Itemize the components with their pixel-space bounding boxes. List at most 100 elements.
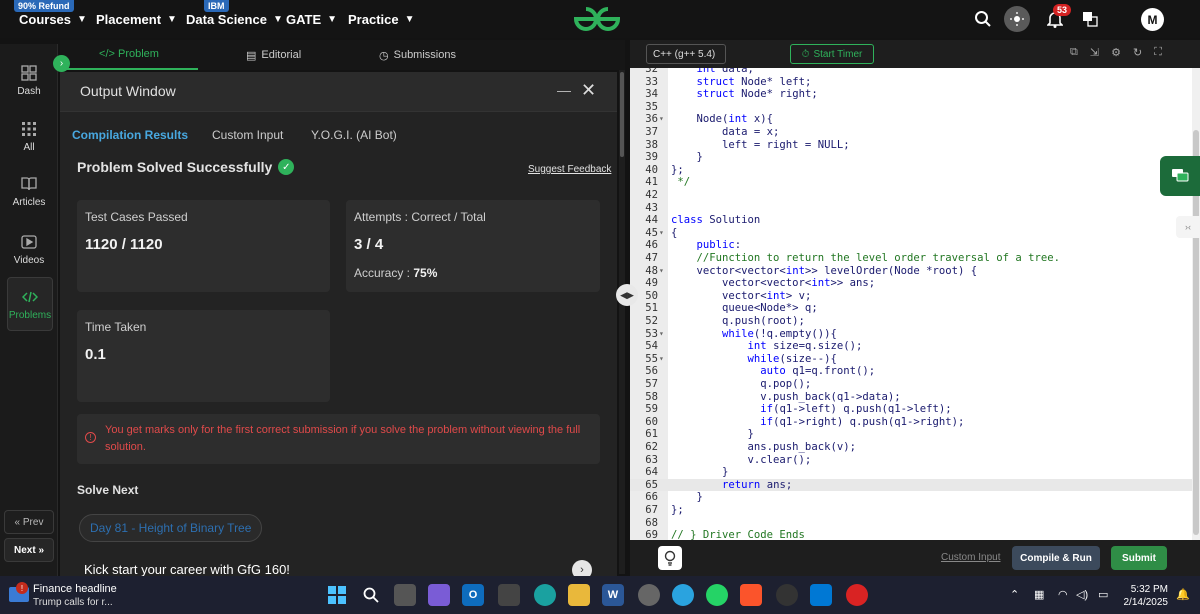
task-view-icon[interactable]	[394, 584, 416, 606]
code-line[interactable]: 62 ans.push_back(v);	[630, 441, 1192, 454]
code-line[interactable]: 63 v.clear();	[630, 454, 1192, 467]
vscode-icon[interactable]	[810, 584, 832, 606]
chat-icon[interactable]	[1160, 156, 1200, 196]
code-line[interactable]: 38 left = right = NULL;	[630, 139, 1192, 152]
wifi-icon[interactable]: ◠	[1058, 588, 1068, 601]
code-line[interactable]: 64 }	[630, 466, 1192, 479]
code-line[interactable]: 33 struct Node* left;	[630, 76, 1192, 89]
nav-placement[interactable]: Placement ▼	[96, 0, 177, 38]
language-select[interactable]: C++ (g++ 5.4)	[646, 44, 726, 64]
fold-arrow-icon[interactable]: ▾	[659, 113, 664, 126]
tab-compilation-results[interactable]: Compilation Results	[72, 120, 188, 150]
output-scrollbar[interactable]	[619, 70, 625, 574]
tray-app-icon[interactable]: ▦	[1034, 588, 1044, 601]
github-icon[interactable]	[776, 584, 798, 606]
search-icon[interactable]	[360, 584, 382, 606]
file-explorer-icon[interactable]	[568, 584, 590, 606]
sidebar-item-problems[interactable]: Problems	[7, 277, 53, 331]
code-line[interactable]: 45 ▾ {	[630, 227, 1192, 240]
side-panel-toggle-icon[interactable]: ›‹	[1176, 216, 1200, 238]
fullscreen-icon[interactable]: ⛶	[1154, 46, 1162, 59]
code-line[interactable]: 69 // } Driver Code Ends	[630, 529, 1192, 540]
fold-arrow-icon[interactable]: ▾	[659, 227, 664, 240]
panel-resize-handle-icon[interactable]: ◀▶	[616, 284, 638, 306]
gfg-logo-icon[interactable]	[572, 5, 622, 33]
translate-icon[interactable]	[1077, 6, 1103, 32]
sidebar-item-all[interactable]: All	[0, 120, 58, 153]
code-line[interactable]: 49 vector<vector<int>> ans;	[630, 277, 1192, 290]
code-line[interactable]: 61 }	[630, 428, 1192, 441]
minimize-icon[interactable]: —	[557, 82, 571, 98]
code-line[interactable]: 39 }	[630, 151, 1192, 164]
next-button[interactable]: Next »	[4, 538, 54, 562]
code-line[interactable]: 66 }	[630, 491, 1192, 504]
taskbar-clock[interactable]: 5:32 PM 2/14/2025	[1118, 583, 1169, 609]
nav-gate[interactable]: GATE ▼	[286, 0, 337, 38]
nav-courses[interactable]: Courses ▼	[19, 0, 87, 38]
expand-arrow-icon[interactable]: ›	[53, 55, 70, 72]
theme-toggle-icon[interactable]	[1004, 6, 1030, 32]
code-line[interactable]: 58 v.push_back(q1->data);	[630, 391, 1192, 404]
tab-yogi-ai-bot[interactable]: Y.O.G.I. (AI Bot)	[311, 120, 397, 150]
code-line[interactable]: 67};	[630, 504, 1192, 517]
editor-scrollbar[interactable]	[1192, 68, 1200, 540]
scrollbar-thumb[interactable]	[620, 72, 624, 157]
close-icon[interactable]: ✕	[581, 80, 596, 101]
chevron-up-icon[interactable]: ⌃	[1010, 588, 1019, 601]
code-line[interactable]: 46 public:	[630, 239, 1192, 252]
tab-submissions[interactable]: ◷ Submissions	[379, 40, 456, 70]
settings-icon[interactable]	[638, 584, 660, 606]
code-line[interactable]: 60 if(q1->right) q.push(q1->right);	[630, 416, 1192, 429]
code-line[interactable]: 47 //Function to return the level order …	[630, 252, 1192, 265]
code-line[interactable]: 52 q.push(root);	[630, 315, 1192, 328]
code-line[interactable]: 43	[630, 202, 1192, 215]
code-line[interactable]: 55 ▾ while(size--){	[630, 353, 1192, 366]
next-problem-link[interactable]: Day 81 - Height of Binary Tree	[79, 514, 263, 542]
code-line[interactable]: 57 q.pop();	[630, 378, 1192, 391]
start-timer-button[interactable]: ⏱ Start Timer	[790, 44, 874, 64]
code-line[interactable]: 37 data = x;	[630, 126, 1192, 139]
battery-icon[interactable]: ▭	[1098, 588, 1108, 601]
whatsapp-icon[interactable]	[706, 584, 728, 606]
code-line[interactable]: 50 vector<int> v;	[630, 290, 1192, 303]
brave-icon[interactable]	[740, 584, 762, 606]
fold-arrow-icon[interactable]: ▾	[659, 265, 664, 278]
fold-arrow-icon[interactable]: ▾	[659, 353, 664, 366]
code-line[interactable]: 32 int data;	[630, 68, 1192, 76]
code-line[interactable]: 44 class Solution	[630, 214, 1192, 227]
code-line[interactable]: 53 ▾ while(!q.empty()){	[630, 328, 1192, 341]
code-line[interactable]: 36 ▾ Node(int x){	[630, 113, 1192, 126]
news-subtext[interactable]: Trump calls for r...	[33, 597, 113, 608]
code-line[interactable]: 48 ▾ vector<vector<int>> levelOrder(Node …	[630, 265, 1192, 278]
sidebar-item-articles[interactable]: Articles	[0, 175, 58, 208]
export-icon[interactable]: ⇲	[1090, 46, 1099, 59]
word-icon[interactable]: W	[602, 584, 624, 606]
tab-problem[interactable]: </> Problem	[60, 40, 198, 70]
custom-input-link[interactable]: Custom Input	[941, 552, 1000, 563]
windows-start-icon[interactable]	[326, 584, 348, 606]
sidebar-item-videos[interactable]: Videos	[0, 233, 58, 266]
search-icon[interactable]	[970, 6, 996, 32]
nav-practice[interactable]: Practice ▼	[348, 0, 415, 38]
nav-data-science[interactable]: Data Science ▼	[186, 0, 283, 38]
edge-icon[interactable]	[534, 584, 556, 606]
store-icon[interactable]	[498, 584, 520, 606]
user-avatar[interactable]: M	[1141, 8, 1164, 31]
opera-icon[interactable]	[846, 584, 868, 606]
code-line[interactable]: 41 */	[630, 176, 1192, 189]
suggest-feedback-link[interactable]: Suggest Feedback	[528, 164, 611, 175]
code-line[interactable]: 59 if(q1->left) q.push(q1->left);	[630, 403, 1192, 416]
telegram-icon[interactable]	[672, 584, 694, 606]
prev-button[interactable]: « Prev	[4, 510, 54, 534]
code-line[interactable]: 40};	[630, 164, 1192, 177]
code-line[interactable]: 56 auto q1=q.front();	[630, 365, 1192, 378]
notification-center-icon[interactable]: 🔔	[1176, 588, 1190, 601]
tab-custom-input[interactable]: Custom Input	[212, 120, 283, 150]
code-editor[interactable]: 32 int data; 33 struct Node* left; 34 stru…	[630, 68, 1192, 540]
volume-icon[interactable]: ◁)	[1076, 588, 1088, 601]
news-headline[interactable]: Finance headline	[33, 583, 117, 595]
code-line[interactable]: 34 struct Node* right;	[630, 88, 1192, 101]
outlook-icon[interactable]: O	[462, 584, 484, 606]
code-line[interactable]: 65 return ans;	[630, 478, 1192, 492]
code-line[interactable]: 51 queue<Node*> q;	[630, 302, 1192, 315]
